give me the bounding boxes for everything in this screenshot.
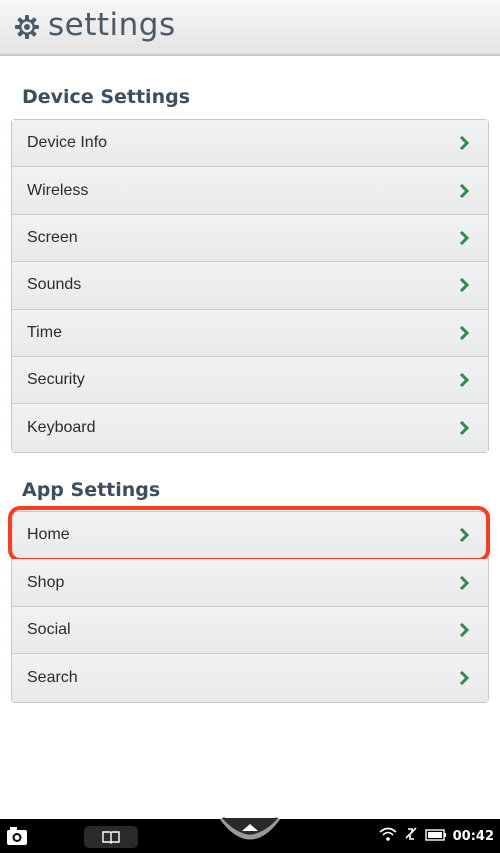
battery-icon — [424, 828, 447, 846]
settings-item-search[interactable]: Search — [12, 654, 488, 702]
wifi-icon — [379, 827, 397, 846]
settings-item-label: Social — [27, 620, 71, 638]
settings-item-device-info[interactable]: Device Info — [12, 120, 488, 168]
chevron-right-icon — [457, 622, 471, 637]
gear-icon — [12, 12, 42, 42]
settings-item-label: Time — [27, 323, 62, 341]
nook-menu-icon[interactable] — [218, 816, 282, 853]
settings-item-shop[interactable]: Shop — [12, 559, 488, 607]
chevron-right-icon — [457, 575, 471, 590]
chevron-right-icon — [457, 421, 471, 436]
settings-screen: settings Device Settings Device Info Wir… — [0, 0, 500, 853]
app-settings-list: Home Shop Social Search — [8, 506, 490, 703]
sync-off-icon — [403, 826, 419, 847]
chevron-right-icon — [457, 528, 471, 543]
chevron-right-icon — [457, 373, 471, 388]
settings-item-keyboard[interactable]: Keyboard — [12, 404, 488, 452]
chevron-right-icon — [457, 278, 471, 293]
app-settings-heading: App Settings — [22, 479, 161, 501]
chevron-right-icon — [457, 670, 471, 685]
settings-item-label: Sounds — [27, 276, 82, 294]
settings-item-label: Screen — [27, 228, 78, 246]
chevron-right-icon — [457, 230, 471, 245]
chevron-right-icon — [457, 136, 471, 151]
settings-item-label: Device Info — [27, 134, 108, 152]
settings-item-label: Shop — [27, 573, 65, 591]
camera-icon[interactable] — [6, 826, 28, 851]
app-header: settings — [0, 0, 500, 56]
device-settings-list: Device Info Wireless Screen Sounds Time … — [11, 119, 489, 453]
device-settings-heading: Device Settings — [22, 86, 191, 108]
settings-item-label: Home — [27, 526, 70, 544]
clock: 00:42 — [452, 829, 494, 844]
settings-item-time[interactable]: Time — [12, 309, 488, 357]
settings-item-wireless[interactable]: Wireless — [12, 167, 488, 215]
book-icon[interactable] — [84, 826, 138, 848]
settings-item-social[interactable]: Social — [12, 606, 488, 655]
page-title: settings — [48, 7, 176, 43]
chevron-right-icon — [457, 183, 471, 198]
system-bar: 00:42 — [0, 816, 500, 853]
settings-item-label: Search — [27, 668, 78, 686]
settings-item-security[interactable]: Security — [12, 356, 488, 405]
settings-item-label: Security — [27, 371, 85, 389]
settings-item-home[interactable]: Home — [8, 506, 490, 562]
settings-item-sounds[interactable]: Sounds — [12, 262, 488, 310]
settings-item-screen[interactable]: Screen — [12, 214, 488, 263]
chevron-right-icon — [457, 325, 471, 340]
settings-item-label: Wireless — [27, 181, 89, 199]
settings-item-label: Keyboard — [27, 419, 96, 437]
status-area: 00:42 — [379, 826, 494, 847]
